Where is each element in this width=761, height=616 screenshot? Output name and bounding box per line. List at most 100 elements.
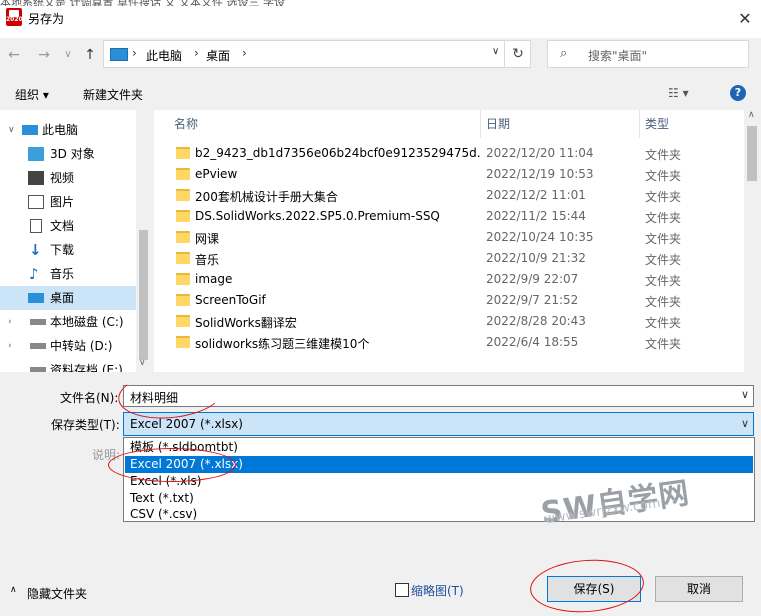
- breadcrumb-this-pc[interactable]: 此电脑: [146, 47, 182, 64]
- drive-icon: [30, 367, 46, 372]
- file-name: SolidWorks翻译宏: [195, 316, 297, 330]
- up-arrow-icon[interactable]: ↑: [80, 44, 100, 66]
- file-row[interactable]: DS.SolidWorks.2022.SP5.0.Premium-SSQ 2022…: [154, 206, 744, 227]
- recent-chevron-icon[interactable]: ∨: [58, 44, 78, 66]
- folder-icon: [176, 252, 190, 264]
- nav-item-music[interactable]: ♪ 音乐: [0, 262, 136, 286]
- nav-label: 视频: [50, 171, 75, 185]
- nav-item-videos[interactable]: 视频: [0, 166, 136, 190]
- folder-icon: [176, 336, 190, 348]
- file-row[interactable]: image 2022/9/9 22:07 文件夹: [154, 269, 744, 290]
- nav-item-drive-e[interactable]: 资料存档 (E:): [0, 358, 136, 372]
- back-arrow-icon[interactable]: ←: [4, 44, 24, 66]
- search-input[interactable]: ⌕ 搜索"桌面": [547, 40, 749, 68]
- view-options-icon[interactable]: ☷ ▾: [668, 86, 689, 100]
- nav-item-pictures[interactable]: 图片: [0, 190, 136, 214]
- nav-item-drive-c[interactable]: › 本地磁盘 (C:): [0, 310, 136, 334]
- column-header-name[interactable]: 名称: [174, 110, 198, 138]
- pc-icon: [110, 48, 128, 61]
- close-button[interactable]: ✕: [730, 6, 760, 32]
- music-icon: ♪: [29, 265, 39, 283]
- expand-chevron-icon[interactable]: ›: [8, 334, 12, 358]
- savetype-value: Excel 2007 (*.xlsx): [130, 417, 243, 431]
- file-date: 2022/10/9 21:32: [486, 251, 586, 265]
- file-list-scrollbar-thumb[interactable]: [747, 126, 757, 181]
- hide-folders-toggle[interactable]: 隐藏文件夹: [27, 585, 87, 602]
- file-name: ePview: [195, 167, 238, 181]
- new-folder-button[interactable]: 新建文件夹: [83, 86, 143, 103]
- filename-label: 文件名(N):: [60, 391, 119, 405]
- scroll-up-arrow-icon[interactable]: ∧: [748, 110, 755, 120]
- video-icon: [28, 171, 44, 185]
- nav-label: 桌面: [50, 291, 75, 305]
- column-divider[interactable]: [480, 110, 481, 138]
- column-header-date[interactable]: 日期: [486, 110, 510, 138]
- breadcrumb-desktop[interactable]: 桌面: [206, 47, 230, 64]
- cancel-button[interactable]: 取消: [655, 576, 743, 602]
- chevron-down-icon[interactable]: ∨: [741, 388, 749, 401]
- file-type: 文件夹: [645, 148, 682, 162]
- address-bar[interactable]: › 此电脑 › 桌面 › ∨: [103, 40, 531, 68]
- collapse-chevron-icon[interactable]: ∧: [10, 585, 17, 595]
- organize-button[interactable]: 组织 ▾: [15, 86, 49, 103]
- file-row[interactable]: ePview 2022/12/19 10:53 文件夹: [154, 164, 744, 185]
- file-date: 2022/10/24 10:35: [486, 230, 594, 244]
- file-row[interactable]: 网课 2022/10/24 10:35 文件夹: [154, 227, 744, 248]
- window-title: 另存为: [28, 12, 65, 26]
- chevron-down-icon[interactable]: ∨: [741, 417, 749, 430]
- expand-chevron-icon[interactable]: ∨: [8, 118, 15, 142]
- nav-label: 音乐: [50, 267, 75, 281]
- file-row[interactable]: ScreenToGif 2022/9/7 21:52 文件夹: [154, 290, 744, 311]
- file-name: DS.SolidWorks.2022.SP5.0.Premium-SSQ: [195, 209, 440, 223]
- file-type: 文件夹: [645, 316, 682, 330]
- thumbnail-label[interactable]: 缩略图(T): [411, 582, 464, 599]
- column-divider[interactable]: [639, 110, 640, 138]
- savetype-label: 保存类型(T):: [51, 418, 120, 432]
- file-date: 2022/12/20 11:04: [486, 146, 594, 160]
- file-name: 音乐: [195, 253, 220, 267]
- nav-item-downloads[interactable]: ↓ 下载: [0, 238, 136, 262]
- address-dropdown-icon[interactable]: ∨: [492, 46, 499, 57]
- nav-label: 本地磁盘 (C:): [50, 315, 124, 329]
- expand-chevron-icon[interactable]: ›: [8, 310, 12, 334]
- desktop-icon: [28, 293, 44, 303]
- column-header-type[interactable]: 类型: [645, 110, 669, 138]
- file-name: image: [195, 272, 233, 286]
- scroll-down-arrow-icon[interactable]: ∨: [139, 358, 146, 368]
- file-row[interactable]: solidworks练习题三维建模10个 2022/6/4 18:55 文件夹: [154, 332, 744, 353]
- file-type: 文件夹: [645, 232, 682, 246]
- nav-item-documents[interactable]: 文档: [0, 214, 136, 238]
- nav-scrollbar-thumb[interactable]: [139, 230, 148, 360]
- file-list-scrollbar[interactable]: ∧: [744, 110, 761, 372]
- folder-icon: [176, 168, 190, 180]
- folder-icon: [176, 294, 190, 306]
- breadcrumb-separator-icon: ›: [242, 46, 247, 60]
- file-row[interactable]: SolidWorks翻译宏 2022/8/28 20:43 文件夹: [154, 311, 744, 332]
- nav-item-drive-d[interactable]: › 中转站 (D:): [0, 334, 136, 358]
- file-row[interactable]: 200套机械设计手册大集合 2022/12/2 11:01 文件夹: [154, 185, 744, 206]
- breadcrumb-separator-icon: ›: [132, 46, 137, 60]
- refresh-button[interactable]: ↻: [504, 40, 531, 68]
- nav-item-this-pc[interactable]: ∨ 此电脑: [0, 118, 136, 142]
- file-row[interactable]: 音乐 2022/10/9 21:32 文件夹: [154, 248, 744, 269]
- file-date: 2022/6/4 18:55: [486, 335, 579, 349]
- nav-label: 中转站 (D:): [50, 339, 113, 353]
- annotation-circle: [528, 556, 646, 616]
- help-icon[interactable]: ?: [730, 85, 746, 101]
- nav-scrollbar[interactable]: ∨: [136, 110, 152, 372]
- nav-item-3d-objects[interactable]: 3D 对象: [0, 142, 136, 166]
- file-name: 网课: [195, 232, 220, 246]
- file-type: 文件夹: [645, 211, 682, 225]
- nav-label: 文档: [50, 219, 75, 233]
- picture-icon: [28, 195, 44, 209]
- folder-icon: [176, 273, 190, 285]
- file-row[interactable]: b2_9423_db1d7356e06b24bcf0e9123529475d..…: [154, 143, 744, 164]
- pc-icon: [22, 125, 38, 135]
- file-date: 2022/9/7 21:52: [486, 293, 579, 307]
- file-date: 2022/9/9 22:07: [486, 272, 579, 286]
- folder-icon: [176, 315, 190, 327]
- savetype-select[interactable]: Excel 2007 (*.xlsx) ∨: [123, 412, 754, 436]
- forward-arrow-icon[interactable]: →: [34, 44, 54, 66]
- thumbnail-checkbox[interactable]: [395, 583, 409, 597]
- nav-item-desktop[interactable]: 桌面: [0, 286, 136, 310]
